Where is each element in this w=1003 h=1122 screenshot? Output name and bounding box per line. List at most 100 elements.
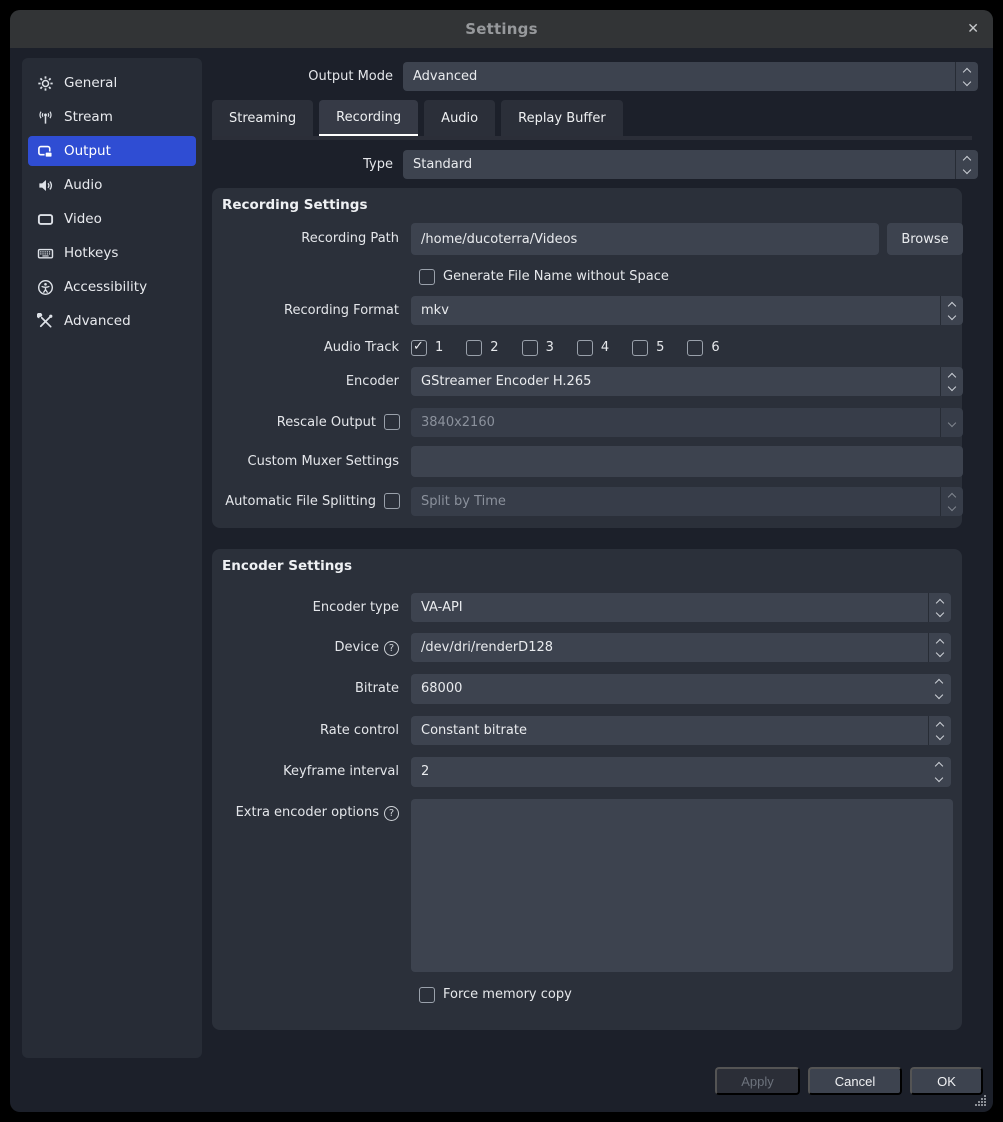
device-row: Device? /dev/dri/renderD128 xyxy=(221,633,953,662)
force-memory-copy-row: Force memory copy xyxy=(221,986,953,1003)
encoder-settings-title: Encoder Settings xyxy=(222,558,352,574)
sidebar-item-label: Video xyxy=(64,211,102,227)
tab-streaming[interactable]: Streaming xyxy=(212,100,313,136)
dropdown-arrows[interactable] xyxy=(955,150,978,179)
split-mode-select[interactable]: Split by Time xyxy=(411,487,963,516)
encoder-type-select[interactable]: VA-API xyxy=(411,593,951,622)
generate-no-space-checkbox[interactable] xyxy=(419,269,435,285)
type-select[interactable]: Standard xyxy=(403,150,978,179)
dropdown-arrows[interactable] xyxy=(928,633,951,662)
audio-track-label: Audio Track xyxy=(221,339,399,356)
extra-encoder-options-textarea[interactable] xyxy=(411,799,953,972)
chevron-up-icon xyxy=(936,598,944,606)
generate-no-space-label: Generate File Name without Space xyxy=(443,269,669,284)
output-mode-label: Output Mode xyxy=(212,62,393,91)
bitrate-label: Bitrate xyxy=(221,674,399,704)
cancel-button[interactable]: Cancel xyxy=(808,1067,902,1095)
chevron-up-icon xyxy=(948,372,956,380)
sidebar-item-accessibility[interactable]: Accessibility xyxy=(28,272,196,302)
dropdown-arrows[interactable] xyxy=(928,593,951,622)
auto-file-splitting-checkbox[interactable] xyxy=(384,493,400,509)
sidebar-item-output[interactable]: Output xyxy=(28,136,196,166)
audio-track-2-checkbox[interactable] xyxy=(466,340,482,356)
chevron-down-icon xyxy=(948,311,956,319)
ok-button[interactable]: OK xyxy=(910,1067,983,1095)
audio-track-4-label: 4 xyxy=(601,340,609,355)
tab-label: Streaming xyxy=(229,111,296,126)
tab-recording[interactable]: Recording xyxy=(319,100,418,136)
tab-audio[interactable]: Audio xyxy=(424,100,495,136)
audio-track-1-checkbox[interactable] xyxy=(411,340,427,356)
rescale-output-checkbox[interactable] xyxy=(384,414,400,430)
accessibility-icon xyxy=(37,279,54,296)
chevron-up-icon xyxy=(963,67,971,75)
dropdown-arrows[interactable] xyxy=(940,408,963,437)
dropdown-arrows[interactable] xyxy=(940,296,963,325)
recording-format-row: Recording Format mkv xyxy=(221,296,953,325)
browse-button[interactable]: Browse xyxy=(887,223,963,255)
custom-muxer-row: Custom Muxer Settings xyxy=(221,446,953,477)
sidebar-item-label: Advanced xyxy=(64,313,131,329)
device-select[interactable]: /dev/dri/renderD128 xyxy=(411,633,951,662)
spinner-down-icon xyxy=(935,691,943,699)
titlebar: Settings ✕ xyxy=(10,10,993,48)
sidebar-item-general[interactable]: General xyxy=(28,68,196,98)
sidebar-item-audio[interactable]: Audio xyxy=(28,170,196,200)
sidebar-item-stream[interactable]: Stream xyxy=(28,102,196,132)
encoder-select[interactable]: GStreamer Encoder H.265 xyxy=(411,367,963,396)
window-title: Settings xyxy=(465,20,537,38)
output-mode-select[interactable]: Advanced xyxy=(403,62,978,91)
type-row: Type Standard xyxy=(212,150,978,179)
sidebar-item-label: Accessibility xyxy=(64,279,147,295)
recording-path-input[interactable] xyxy=(411,223,879,255)
encoder-type-row: Encoder type VA-API xyxy=(221,593,953,622)
sidebar-item-advanced[interactable]: Advanced xyxy=(28,306,196,336)
keyframe-interval-value: 2 xyxy=(421,757,951,787)
rescale-resolution-value: 3840x2160 xyxy=(421,408,963,437)
tools-icon xyxy=(37,313,54,330)
rate-control-select[interactable]: Constant bitrate xyxy=(411,716,951,745)
recording-format-select[interactable]: mkv xyxy=(411,296,963,325)
spinner-arrows[interactable] xyxy=(927,757,951,787)
bitrate-spinner[interactable]: 68000 xyxy=(411,674,951,704)
dropdown-arrows[interactable] xyxy=(955,62,978,91)
rescale-resolution-select[interactable]: 3840x2160 xyxy=(411,408,963,437)
audio-track-3-label: 3 xyxy=(546,340,554,355)
output-mode-row: Output Mode Advanced xyxy=(212,62,978,91)
keyframe-interval-spinner[interactable]: 2 xyxy=(411,757,951,787)
audio-track-row: Audio Track 1 2 3 4 5 6 xyxy=(221,339,953,356)
sidebar-item-hotkeys[interactable]: Hotkeys xyxy=(28,238,196,268)
recording-settings-panel: Recording Settings Recording Path Browse… xyxy=(212,188,962,528)
custom-muxer-label: Custom Muxer Settings xyxy=(221,446,399,477)
dropdown-arrows[interactable] xyxy=(928,716,951,745)
audio-track-4-checkbox[interactable] xyxy=(577,340,593,356)
monitor-icon xyxy=(37,211,54,228)
audio-track-6-checkbox[interactable] xyxy=(687,340,703,356)
chevron-down-icon xyxy=(936,648,944,656)
audio-track-5-checkbox[interactable] xyxy=(632,340,648,356)
resize-grip[interactable] xyxy=(975,1095,987,1107)
dropdown-arrows[interactable] xyxy=(940,367,963,396)
help-icon[interactable]: ? xyxy=(384,641,399,656)
close-icon[interactable]: ✕ xyxy=(967,10,979,48)
sidebar-item-label: Hotkeys xyxy=(64,245,118,261)
tab-label: Replay Buffer xyxy=(518,111,606,126)
generate-no-space-row: Generate File Name without Space xyxy=(221,268,953,285)
help-icon[interactable]: ? xyxy=(384,806,399,821)
chevron-up-icon xyxy=(948,492,956,500)
custom-muxer-input[interactable] xyxy=(411,446,963,477)
recording-path-row: Recording Path Browse xyxy=(221,223,953,255)
tab-replay-buffer[interactable]: Replay Buffer xyxy=(501,100,623,136)
apply-button[interactable]: Apply xyxy=(715,1067,800,1095)
auto-file-splitting-label: Automatic File Splitting xyxy=(221,487,376,516)
force-memory-copy-checkbox[interactable] xyxy=(419,987,435,1003)
spinner-arrows[interactable] xyxy=(927,674,951,704)
sidebar-item-video[interactable]: Video xyxy=(28,204,196,234)
audio-track-3-checkbox[interactable] xyxy=(522,340,538,356)
chevron-down-icon xyxy=(963,77,971,85)
keyframe-interval-label: Keyframe interval xyxy=(221,757,399,787)
dropdown-arrows[interactable] xyxy=(940,487,963,516)
extra-encoder-options-row: Extra encoder options? xyxy=(221,799,953,972)
output-mode-value: Advanced xyxy=(413,69,978,84)
bitrate-value: 68000 xyxy=(421,674,951,704)
